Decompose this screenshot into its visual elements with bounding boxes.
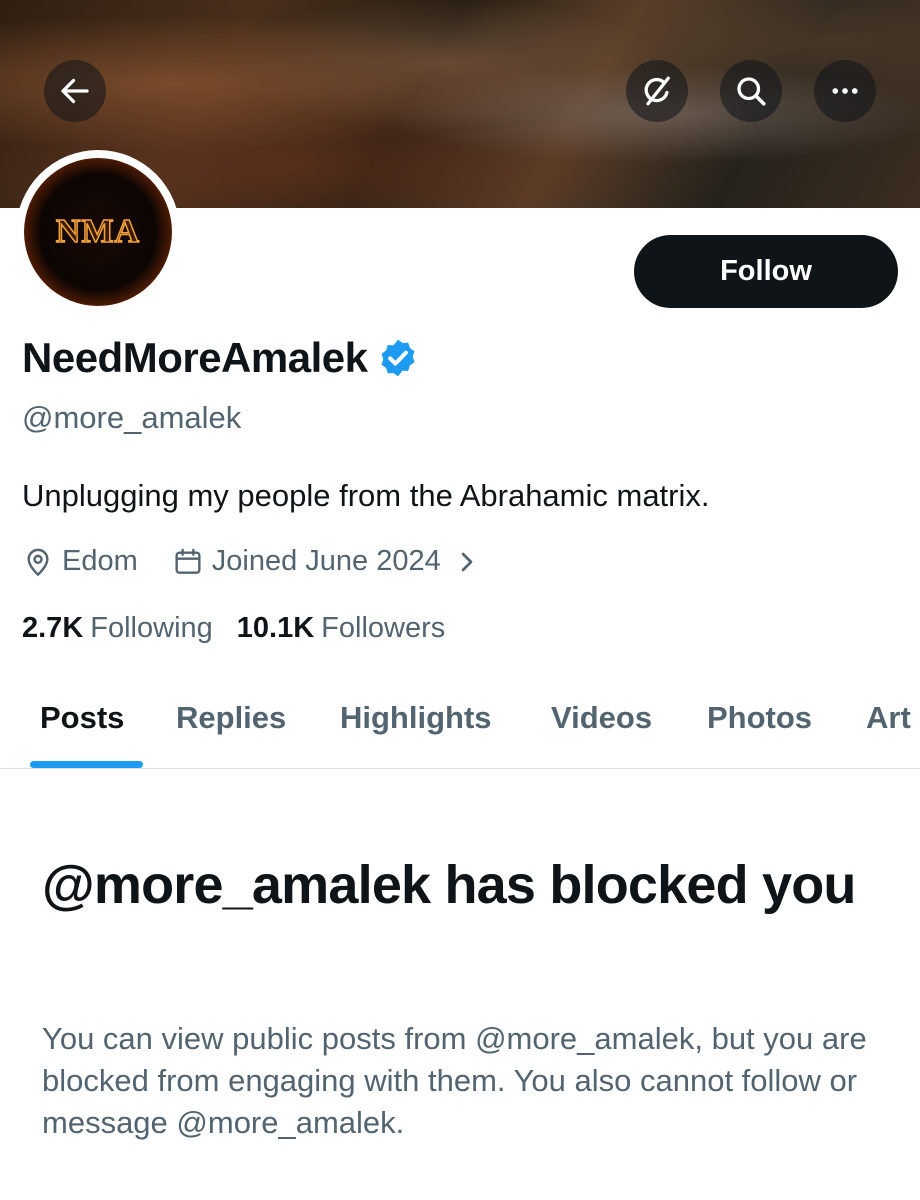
joined-item[interactable]: Joined June 2024 bbox=[172, 545, 491, 578]
avatar-logo-text: NMA bbox=[55, 212, 141, 251]
tab-articles[interactable]: Art bbox=[866, 668, 911, 768]
blocked-title: @more_amalek has blocked you bbox=[42, 855, 856, 915]
more-icon bbox=[832, 88, 858, 94]
grok-button[interactable] bbox=[626, 60, 688, 122]
profile-meta: Edom Joined June 2024 bbox=[22, 545, 491, 578]
tab-photos[interactable]: Photos bbox=[707, 668, 812, 768]
display-name: NeedMoreAmalek bbox=[22, 334, 368, 381]
followers-count: 10.1K bbox=[236, 612, 315, 644]
tab-highlights[interactable]: Highlights bbox=[340, 668, 492, 768]
location-item: Edom bbox=[22, 545, 138, 578]
profile-bio: Unplugging my people from the Abrahamic … bbox=[22, 478, 710, 513]
chevron-right-icon bbox=[461, 552, 473, 571]
followers-link[interactable]: 10.1K Followers bbox=[237, 612, 445, 645]
arrow-left-icon bbox=[61, 78, 89, 104]
avatar-image: NMA bbox=[24, 158, 172, 306]
tab-replies[interactable]: Replies bbox=[176, 668, 286, 768]
joined-text: Joined June 2024 bbox=[211, 545, 441, 577]
grok-icon bbox=[644, 76, 670, 106]
follow-counts: 2.7K Following 10.1K Followers bbox=[22, 612, 469, 645]
profile-tabs: Posts Replies Highlights Videos Photos A… bbox=[0, 668, 920, 769]
location-text: Edom bbox=[62, 545, 138, 577]
follow-button[interactable]: Follow bbox=[634, 235, 898, 308]
blocked-description: You can view public posts from @more_ama… bbox=[42, 1021, 867, 1140]
more-button[interactable] bbox=[814, 60, 876, 122]
search-button[interactable] bbox=[720, 60, 782, 122]
followers-label: Followers bbox=[321, 612, 446, 644]
following-link[interactable]: 2.7K Following bbox=[22, 612, 213, 645]
profile-handle: @more_amalek bbox=[22, 400, 242, 435]
search-icon bbox=[737, 77, 766, 106]
back-button[interactable] bbox=[44, 60, 106, 122]
calendar-icon bbox=[175, 548, 201, 574]
tab-videos[interactable]: Videos bbox=[551, 668, 652, 768]
avatar[interactable]: NMA bbox=[16, 150, 180, 314]
location-pin-icon bbox=[27, 548, 49, 576]
following-count: 2.7K bbox=[22, 612, 84, 644]
tab-posts[interactable]: Posts bbox=[40, 668, 124, 768]
following-label: Following bbox=[90, 612, 213, 644]
name-row: NeedMoreAmalek bbox=[22, 334, 419, 382]
active-tab-indicator bbox=[30, 761, 143, 768]
verified-badge-icon[interactable] bbox=[377, 337, 419, 379]
